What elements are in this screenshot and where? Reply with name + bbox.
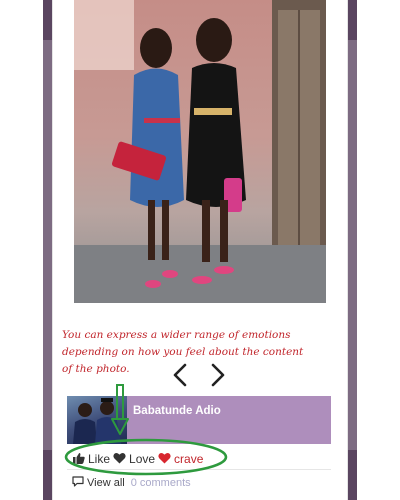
- author-name[interactable]: Babatunde Adio: [133, 405, 221, 417]
- love-button[interactable]: Love: [113, 452, 155, 467]
- view-all-comments-link[interactable]: View all 0 comments: [72, 476, 191, 490]
- reaction-bar: Like Love crave: [72, 451, 203, 467]
- comments-count: 0 comments: [130, 477, 191, 489]
- crave-button[interactable]: crave: [158, 452, 203, 467]
- view-all-label: View all: [87, 477, 125, 489]
- like-label: Like: [88, 452, 111, 466]
- post-photo[interactable]: [74, 0, 326, 303]
- page-frame-left: [43, 0, 53, 500]
- crave-label: crave: [174, 452, 204, 466]
- heart-icon: [158, 452, 171, 467]
- heart-icon: [113, 452, 126, 467]
- avatar[interactable]: [67, 396, 127, 444]
- post-author-bar[interactable]: Babatunde Adio: [67, 396, 331, 444]
- chevron-right-icon[interactable]: [206, 362, 228, 388]
- page-frame-right: [347, 0, 357, 500]
- photo-illustration: [74, 0, 326, 303]
- love-label: Love: [129, 452, 156, 466]
- comment-bubble-icon: [72, 476, 84, 490]
- like-button[interactable]: Like: [72, 452, 110, 467]
- thumbs-up-icon: [72, 452, 85, 467]
- divider: [67, 469, 331, 470]
- chevron-left-icon[interactable]: [170, 362, 192, 388]
